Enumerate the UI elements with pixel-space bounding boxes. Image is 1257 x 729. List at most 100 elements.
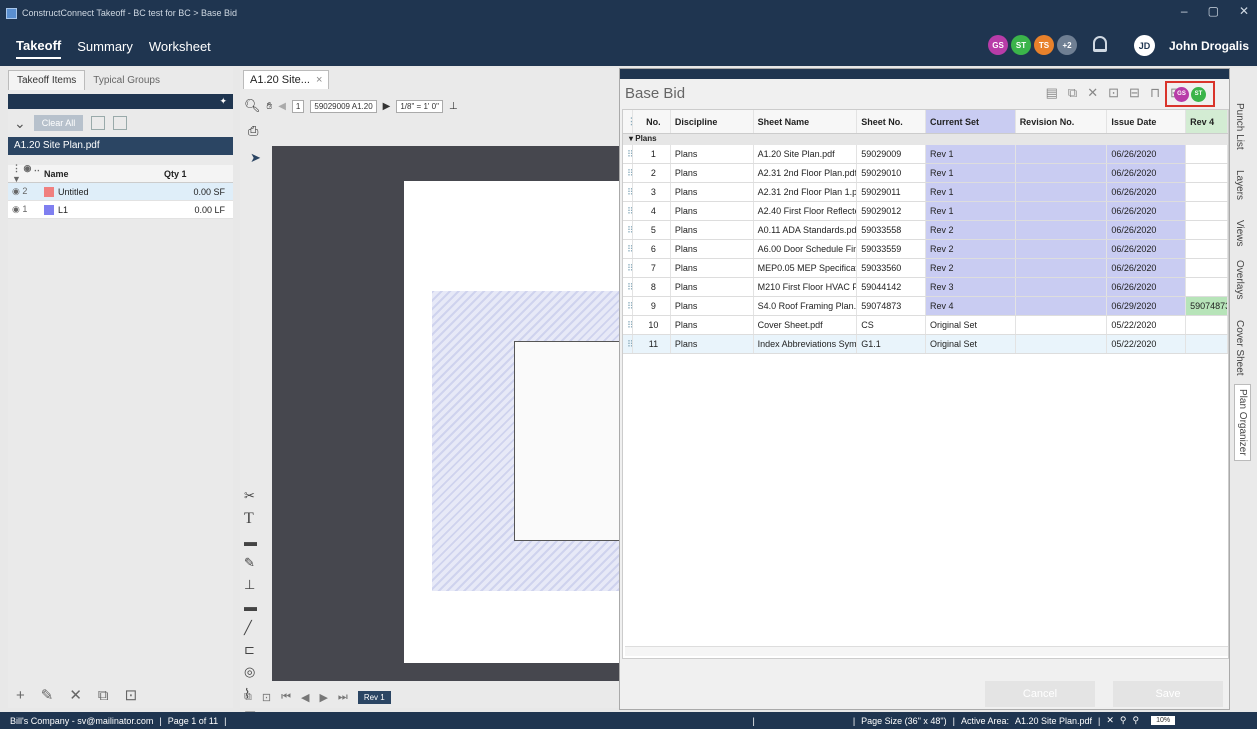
cell-issue-date[interactable]: 06/26/2020 bbox=[1107, 278, 1187, 296]
cell-revision-no[interactable] bbox=[1015, 240, 1108, 258]
next-page-icon[interactable]: ▶ bbox=[319, 691, 327, 704]
maximize-button[interactable]: ▢ bbox=[1208, 4, 1219, 18]
name-column-header[interactable]: Name bbox=[44, 169, 164, 179]
sheet-name-column-header[interactable]: Sheet Name bbox=[754, 110, 858, 133]
stamp-icon[interactable]: ⊥ bbox=[244, 577, 257, 593]
cell-issue-date[interactable]: 06/26/2020 bbox=[1107, 145, 1187, 163]
cell-current-set[interactable]: Rev 1 bbox=[925, 202, 1016, 220]
sheet-select[interactable]: 59029009 A1.20 bbox=[310, 99, 377, 113]
table-row[interactable]: ⠿6PlansA6.00 Door Schedule Finish5903355… bbox=[623, 240, 1228, 259]
tab-typical-groups[interactable]: Typical Groups bbox=[85, 71, 168, 90]
table-row[interactable]: ⠿ 1 Plans A1.20 Site Plan.pdf 59029009 Rev 1 0… bbox=[623, 145, 1228, 164]
avatar[interactable]: GS bbox=[988, 35, 1008, 55]
drag-handle-icon[interactable]: ⠿ bbox=[623, 145, 633, 163]
eye-icon[interactable]: ◉ bbox=[12, 204, 22, 214]
cell-revision-no[interactable] bbox=[1016, 335, 1108, 353]
cell-revision-no[interactable] bbox=[1015, 183, 1108, 201]
drag-handle-icon[interactable]: ⠿ bbox=[623, 335, 633, 353]
delete-icon[interactable]: ✕ bbox=[69, 686, 82, 704]
page-input[interactable]: 1 bbox=[291, 99, 305, 113]
zoom-out-icon[interactable]: ⚲ bbox=[1120, 715, 1127, 726]
zoom-icon[interactable]: 🔍︎ bbox=[244, 98, 261, 114]
cell-issue-date[interactable]: 06/26/2020 bbox=[1107, 259, 1187, 277]
menu-takeoff[interactable]: Takeoff bbox=[16, 34, 62, 59]
cell-current-set[interactable]: Original Set bbox=[926, 335, 1016, 353]
drawing-canvas[interactable] bbox=[272, 146, 620, 681]
save-button[interactable]: Save bbox=[1113, 681, 1223, 707]
menu-worksheet[interactable]: Worksheet bbox=[149, 35, 211, 58]
scissors-icon[interactable]: ✂ bbox=[244, 488, 257, 504]
cell-rev4[interactable] bbox=[1186, 145, 1228, 163]
sheet-no-column-header[interactable]: Sheet No. bbox=[857, 110, 926, 133]
rev4-column-header[interactable]: Rev 4 bbox=[1186, 110, 1228, 133]
cell-rev4[interactable] bbox=[1186, 240, 1228, 258]
copy-icon[interactable]: ⧉ bbox=[98, 687, 109, 704]
cell-rev4[interactable] bbox=[1186, 221, 1228, 239]
table-row[interactable]: ⠿ 5 Plans A0.11 ADA Standards.pdf 59033558 Re… bbox=[623, 221, 1228, 240]
cell-issue-date[interactable]: 06/26/2020 bbox=[1107, 183, 1187, 201]
fit-icon[interactable]: ✕ bbox=[1106, 715, 1114, 726]
cell-current-set[interactable]: Rev 1 bbox=[925, 145, 1016, 163]
copy-icon[interactable]: ⧉ bbox=[1068, 85, 1077, 101]
zoom-select[interactable]: 10% bbox=[1151, 716, 1176, 725]
collapse-icon[interactable] bbox=[113, 116, 128, 130]
eye-icon[interactable]: ⋮ ◉ ‥ ▼ bbox=[8, 163, 44, 184]
cell-rev4[interactable] bbox=[1186, 259, 1228, 277]
horizontal-scrollbar[interactable] bbox=[625, 646, 1228, 656]
drag-handle-icon[interactable]: ⠿ bbox=[623, 278, 633, 296]
avatar-more[interactable]: +2 bbox=[1057, 35, 1077, 55]
group-row[interactable]: ▾ Plans bbox=[623, 134, 1228, 145]
table-row[interactable]: ⠿8PlansM210 First Floor HVAC Plan5904414… bbox=[623, 278, 1228, 297]
first-page-icon[interactable]: ⏮ bbox=[281, 691, 291, 704]
tab-punch-list[interactable]: Punch List bbox=[1234, 103, 1245, 150]
cell-rev4[interactable] bbox=[1186, 316, 1228, 334]
lock-icon[interactable]: ⊓ bbox=[1150, 85, 1160, 101]
callout-icon[interactable]: ⊏ bbox=[244, 642, 257, 658]
cell-current-set[interactable]: Rev 1 bbox=[925, 183, 1016, 201]
cell-revision-no[interactable] bbox=[1015, 164, 1108, 182]
last-page-icon[interactable]: ⏭ bbox=[338, 691, 348, 704]
table-row[interactable]: ⠿ 10 Plans Cover Sheet.pdf CS Original Set 05/… bbox=[623, 316, 1228, 335]
tab-document[interactable]: A1.20 Site... × bbox=[243, 70, 330, 89]
delete-icon[interactable]: ✕ bbox=[1087, 85, 1098, 101]
cell-issue-date[interactable]: 06/26/2020 bbox=[1107, 221, 1187, 239]
discipline-column-header[interactable]: Discipline bbox=[671, 110, 754, 133]
cell-issue-date[interactable]: 06/26/2020 bbox=[1107, 164, 1187, 182]
cell-current-set[interactable]: Rev 3 bbox=[925, 278, 1016, 296]
cancel-button[interactable]: Cancel bbox=[985, 681, 1095, 707]
export-icon[interactable]: ⊡ bbox=[1108, 85, 1119, 101]
cell-current-set[interactable]: Original Set bbox=[926, 316, 1016, 334]
cell-rev4[interactable] bbox=[1186, 278, 1228, 296]
drag-handle-icon[interactable]: ⠿ bbox=[623, 316, 633, 334]
cell-revision-no[interactable] bbox=[1015, 259, 1108, 277]
drag-handle-icon[interactable]: ⠿ bbox=[623, 297, 633, 315]
group-icon[interactable]: ⊡ bbox=[125, 686, 138, 704]
print-icon[interactable]: ⎙ bbox=[248, 123, 258, 139]
target-icon[interactable]: ◎ bbox=[244, 664, 257, 680]
tab-overlays[interactable]: Overlays bbox=[1234, 260, 1245, 299]
cell-rev4[interactable] bbox=[1186, 183, 1228, 201]
tab-cover-sheet[interactable]: Cover Sheet bbox=[1234, 320, 1245, 376]
drag-handle-icon[interactable]: ⠿ bbox=[623, 259, 633, 277]
qty-column-header[interactable]: Qty 1 bbox=[164, 169, 229, 179]
import-icon[interactable]: ⊟ bbox=[1129, 85, 1140, 101]
cell-issue-date[interactable]: 06/26/2020 bbox=[1107, 202, 1187, 220]
cell-revision-no[interactable] bbox=[1015, 297, 1108, 315]
table-row[interactable]: ⠿7PlansMEP0.05 MEP Specification59033560… bbox=[623, 259, 1228, 278]
cell-current-set[interactable]: Rev 2 bbox=[925, 221, 1016, 239]
expand-icon[interactable] bbox=[91, 116, 106, 130]
measure-icon[interactable]: ⊥ bbox=[449, 101, 458, 112]
pen-icon[interactable]: ✎ bbox=[244, 555, 257, 571]
tab-plan-organizer[interactable]: Plan Organizer bbox=[1234, 384, 1251, 461]
bell-icon[interactable] bbox=[1093, 36, 1107, 52]
table-row[interactable]: ⠿ 2 Plans A2.31 2nd Floor Plan.pdf 59029010 R… bbox=[623, 164, 1228, 183]
cell-rev4[interactable] bbox=[1186, 164, 1228, 182]
menu-summary[interactable]: Summary bbox=[77, 35, 133, 58]
zoom-in-icon[interactable]: ⚲ bbox=[1133, 715, 1140, 726]
color-swatch[interactable] bbox=[44, 186, 54, 197]
pointer-icon[interactable]: ➤ bbox=[250, 150, 261, 166]
pin-icon[interactable]: ✦ bbox=[219, 96, 227, 107]
cell-rev4[interactable]: 59074873 bbox=[1186, 297, 1228, 315]
table-row[interactable]: ⠿ 3 Plans A2.31 2nd Floor Plan 1.pdf 5902901… bbox=[623, 183, 1228, 202]
text-icon[interactable]: T bbox=[244, 510, 257, 528]
